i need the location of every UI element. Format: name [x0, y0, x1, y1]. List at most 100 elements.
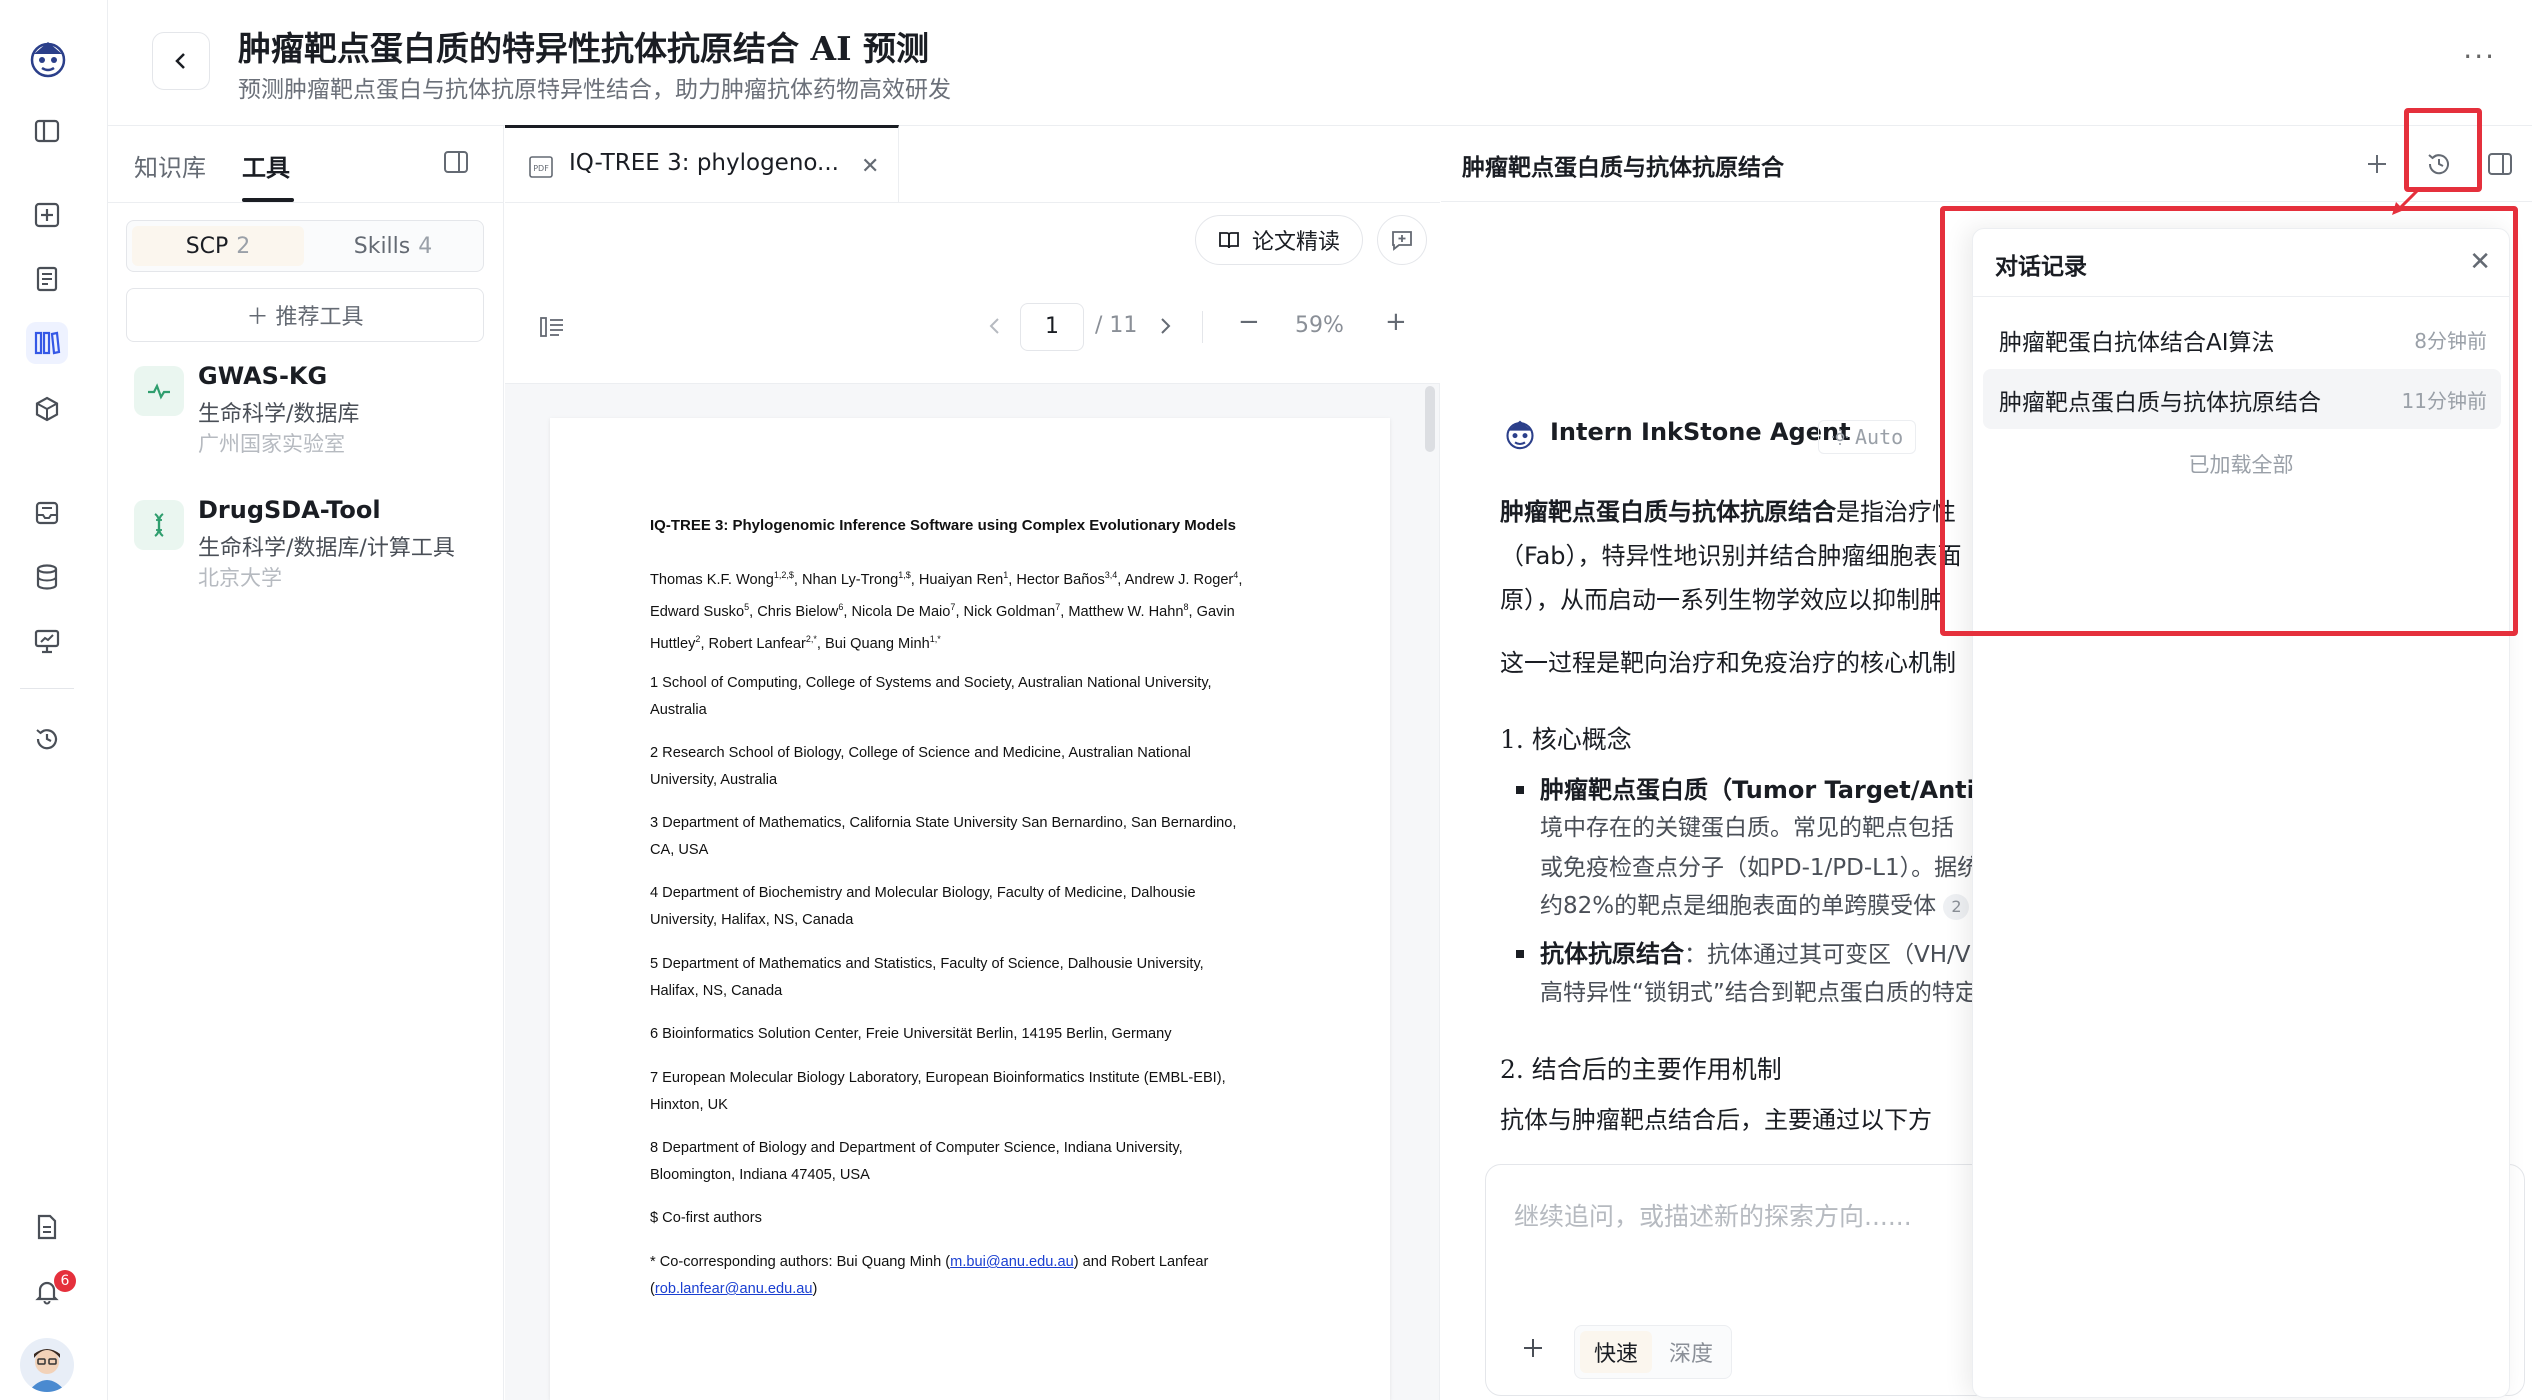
new-chat-icon[interactable]	[2353, 140, 2401, 188]
tool-type-switch: SCP 2 Skills 4	[126, 220, 484, 272]
inbox-icon[interactable]	[26, 492, 68, 534]
presentation-icon[interactable]	[26, 620, 68, 662]
paper-read-button[interactable]: 论文精读	[1195, 215, 1363, 265]
attach-plus-icon[interactable]	[1520, 1335, 1546, 1361]
tool-org: 广州国家实验室	[198, 432, 345, 456]
panel-divider	[108, 202, 504, 203]
cube-icon[interactable]	[26, 388, 68, 430]
annotation-highlight-history-popover	[1940, 206, 2518, 636]
affiliation-5: 5 Department of Mathematics and Statisti…	[650, 956, 1204, 999]
tool-category: 生命科学/数据库	[198, 402, 360, 427]
response-mode-toggle: 快速 深度	[1574, 1325, 1732, 1379]
segment-scp[interactable]: SCP 2	[132, 226, 304, 266]
tab-knowledge-base[interactable]: 知识库	[134, 148, 206, 183]
tool-card-gwas-kg[interactable]: GWAS-KG 生命科学/数据库 广州国家实验室	[134, 362, 484, 462]
document-scrollbar[interactable]	[1425, 386, 1435, 452]
bullet-text: 或免疫检查点分子（如PD-1/PD-L1）。据统	[1540, 855, 1981, 881]
answer-paragraph: 抗体与肿瘤靶点结合后，主要通过以下方	[1500, 1106, 1932, 1134]
tools-panel: 知识库 工具 SCP 2 Skills 4 ＋ 推荐工具 GWAS-KG 生命科学/…	[108, 126, 504, 1400]
answer-paragraph-line: 原），从而启动一系列生物学效应以抑制肿	[1500, 586, 1944, 614]
bullet	[1516, 950, 1524, 958]
rail-divider	[20, 688, 74, 689]
app-logo-icon[interactable]	[22, 32, 74, 84]
file-icon[interactable]	[26, 1206, 68, 1248]
left-rail: 6	[0, 0, 108, 1400]
dna-icon	[134, 500, 184, 550]
library-icon[interactable]	[26, 322, 68, 364]
paper-authors: Thomas K.F. Wong1,2,$, Nhan Ly-Trong1,$,…	[650, 570, 1243, 652]
tab-tools[interactable]: 工具	[242, 148, 290, 183]
bell-icon[interactable]: 6	[26, 1270, 76, 1312]
zoom-level: 59%	[1295, 313, 1344, 338]
co-first-note: $ Co-first authors	[650, 1210, 762, 1226]
toggle-panel-icon[interactable]	[2476, 140, 2524, 188]
tool-category: 生命科学/数据库/计算工具	[198, 536, 455, 561]
back-button[interactable]	[152, 32, 210, 90]
notification-badge: 6	[54, 1270, 76, 1292]
toolbar-divider	[1202, 311, 1203, 343]
affiliation-2: 2 Research School of Biology, College of…	[650, 745, 1191, 788]
recommend-tools-button[interactable]: ＋ 推荐工具	[126, 288, 484, 342]
answer-heading: 1. 核心概念	[1500, 725, 1632, 754]
page-subtitle: 预测肿瘤靶点蛋白与抗体抗原特异性结合，助力肿瘤抗体药物高效研发	[238, 77, 951, 103]
citation-badge[interactable]: 2	[1943, 893, 1970, 920]
more-options-icon[interactable]: ···	[2463, 40, 2496, 73]
segment-skills[interactable]: Skills 4	[307, 226, 479, 266]
outline-toggle-icon[interactable]	[539, 315, 565, 339]
history-icon[interactable]	[26, 718, 68, 760]
prev-page-icon[interactable]	[985, 315, 1005, 337]
chat-header-divider	[1441, 201, 2532, 202]
avatar[interactable]	[20, 1338, 74, 1392]
comment-plus-icon	[1392, 231, 1412, 251]
page-title: 肿瘤靶点蛋白质的特异性抗体抗原结合 AI 预测	[238, 29, 930, 68]
sidebar-toggle-icon[interactable]	[26, 110, 68, 152]
answer-heading: 2. 结合后的主要作用机制	[1500, 1055, 1782, 1084]
answer-paragraph-line: （Fab），特异性地识别并结合肿瘤细胞表面	[1500, 542, 1962, 570]
affiliation-3: 3 Department of Mathematics, California …	[650, 815, 1237, 858]
chat-input-placeholder: 继续追问，或描述新的探索方向......	[1514, 1202, 1912, 1231]
mode-fast[interactable]: 快速	[1580, 1331, 1652, 1373]
next-page-icon[interactable]	[1155, 315, 1175, 337]
chat-title: 肿瘤靶点蛋白质与抗体抗原结合	[1462, 155, 1784, 181]
affiliation-8: 8 Department of Biology and Department o…	[650, 1140, 1183, 1183]
mode-deep[interactable]: 深度	[1655, 1331, 1727, 1373]
corresponding-authors: * Co-corresponding authors: Bui Quang Mi…	[650, 1254, 1209, 1297]
page-header: 肿瘤靶点蛋白质的特异性抗体抗原结合 AI 预测 预测肿瘤靶点蛋白与抗体抗原特异性…	[108, 0, 2532, 126]
sun-icon	[1832, 429, 1848, 445]
pdf-file-icon: PDF	[529, 156, 553, 178]
answer-paragraph: 这一过程是靶向治疗和免疫治疗的核心机制	[1500, 649, 1956, 677]
new-project-icon[interactable]	[26, 194, 68, 236]
document-icon[interactable]	[26, 258, 68, 300]
tool-name: GWAS-KG	[198, 362, 328, 390]
zoom-in-button[interactable]: +	[1385, 307, 1407, 337]
database-icon[interactable]	[26, 556, 68, 598]
chevron-left-icon	[175, 53, 185, 69]
zoom-out-button[interactable]: −	[1238, 307, 1260, 337]
bullet-text: 境中存在的关键蛋白质。常见的靶点包括	[1540, 815, 1954, 841]
annotation-highlight-history-button	[2404, 108, 2482, 192]
book-icon	[1219, 232, 1239, 249]
pdf-page: IQ-TREE 3: Phylogenomic Inference Softwa…	[550, 418, 1390, 1400]
bullet-title: 抗体抗原结合：抗体通过其可变区（VH/V	[1540, 940, 1971, 968]
affiliation-1: 1 School of Computing, College of System…	[650, 675, 1212, 718]
tool-card-drugsda[interactable]: DrugSDA-Tool 生命科学/数据库/计算工具 北京大学	[134, 496, 484, 596]
document-tab-label: IQ-TREE 3: phylogeno...	[569, 150, 839, 176]
email-link[interactable]: m.bui@anu.edu.au	[950, 1254, 1074, 1270]
page-number-input[interactable]: 1	[1020, 303, 1084, 351]
page-total: / 11	[1095, 313, 1138, 338]
annotation-arrow	[2392, 186, 2422, 215]
email-link[interactable]: rob.lanfear@anu.edu.au	[655, 1281, 813, 1297]
bullet-title: 肿瘤靶点蛋白质（Tumor Target/Antigen	[1540, 776, 2026, 804]
agent-name: Intern InkStone Agent	[1550, 418, 1851, 446]
bullet-text: 高特异性“锁钥式”结合到靶点蛋白质的特定	[1540, 980, 1978, 1006]
close-tab-icon[interactable]: ✕	[861, 154, 879, 179]
collapse-panel-icon[interactable]	[442, 148, 470, 176]
tool-name: DrugSDA-Tool	[198, 496, 381, 524]
agent-avatar-icon	[1500, 414, 1540, 454]
affiliation-6: 6 Bioinformatics Solution Center, Freie …	[650, 1026, 1172, 1042]
affiliation-7: 7 European Molecular Biology Laboratory,…	[650, 1070, 1226, 1113]
agent-mode-badge[interactable]: Auto	[1818, 420, 1917, 454]
add-note-button[interactable]	[1377, 215, 1427, 265]
document-tab[interactable]: PDF IQ-TREE 3: phylogeno... ✕	[505, 125, 899, 203]
svg-text:PDF: PDF	[533, 164, 549, 173]
